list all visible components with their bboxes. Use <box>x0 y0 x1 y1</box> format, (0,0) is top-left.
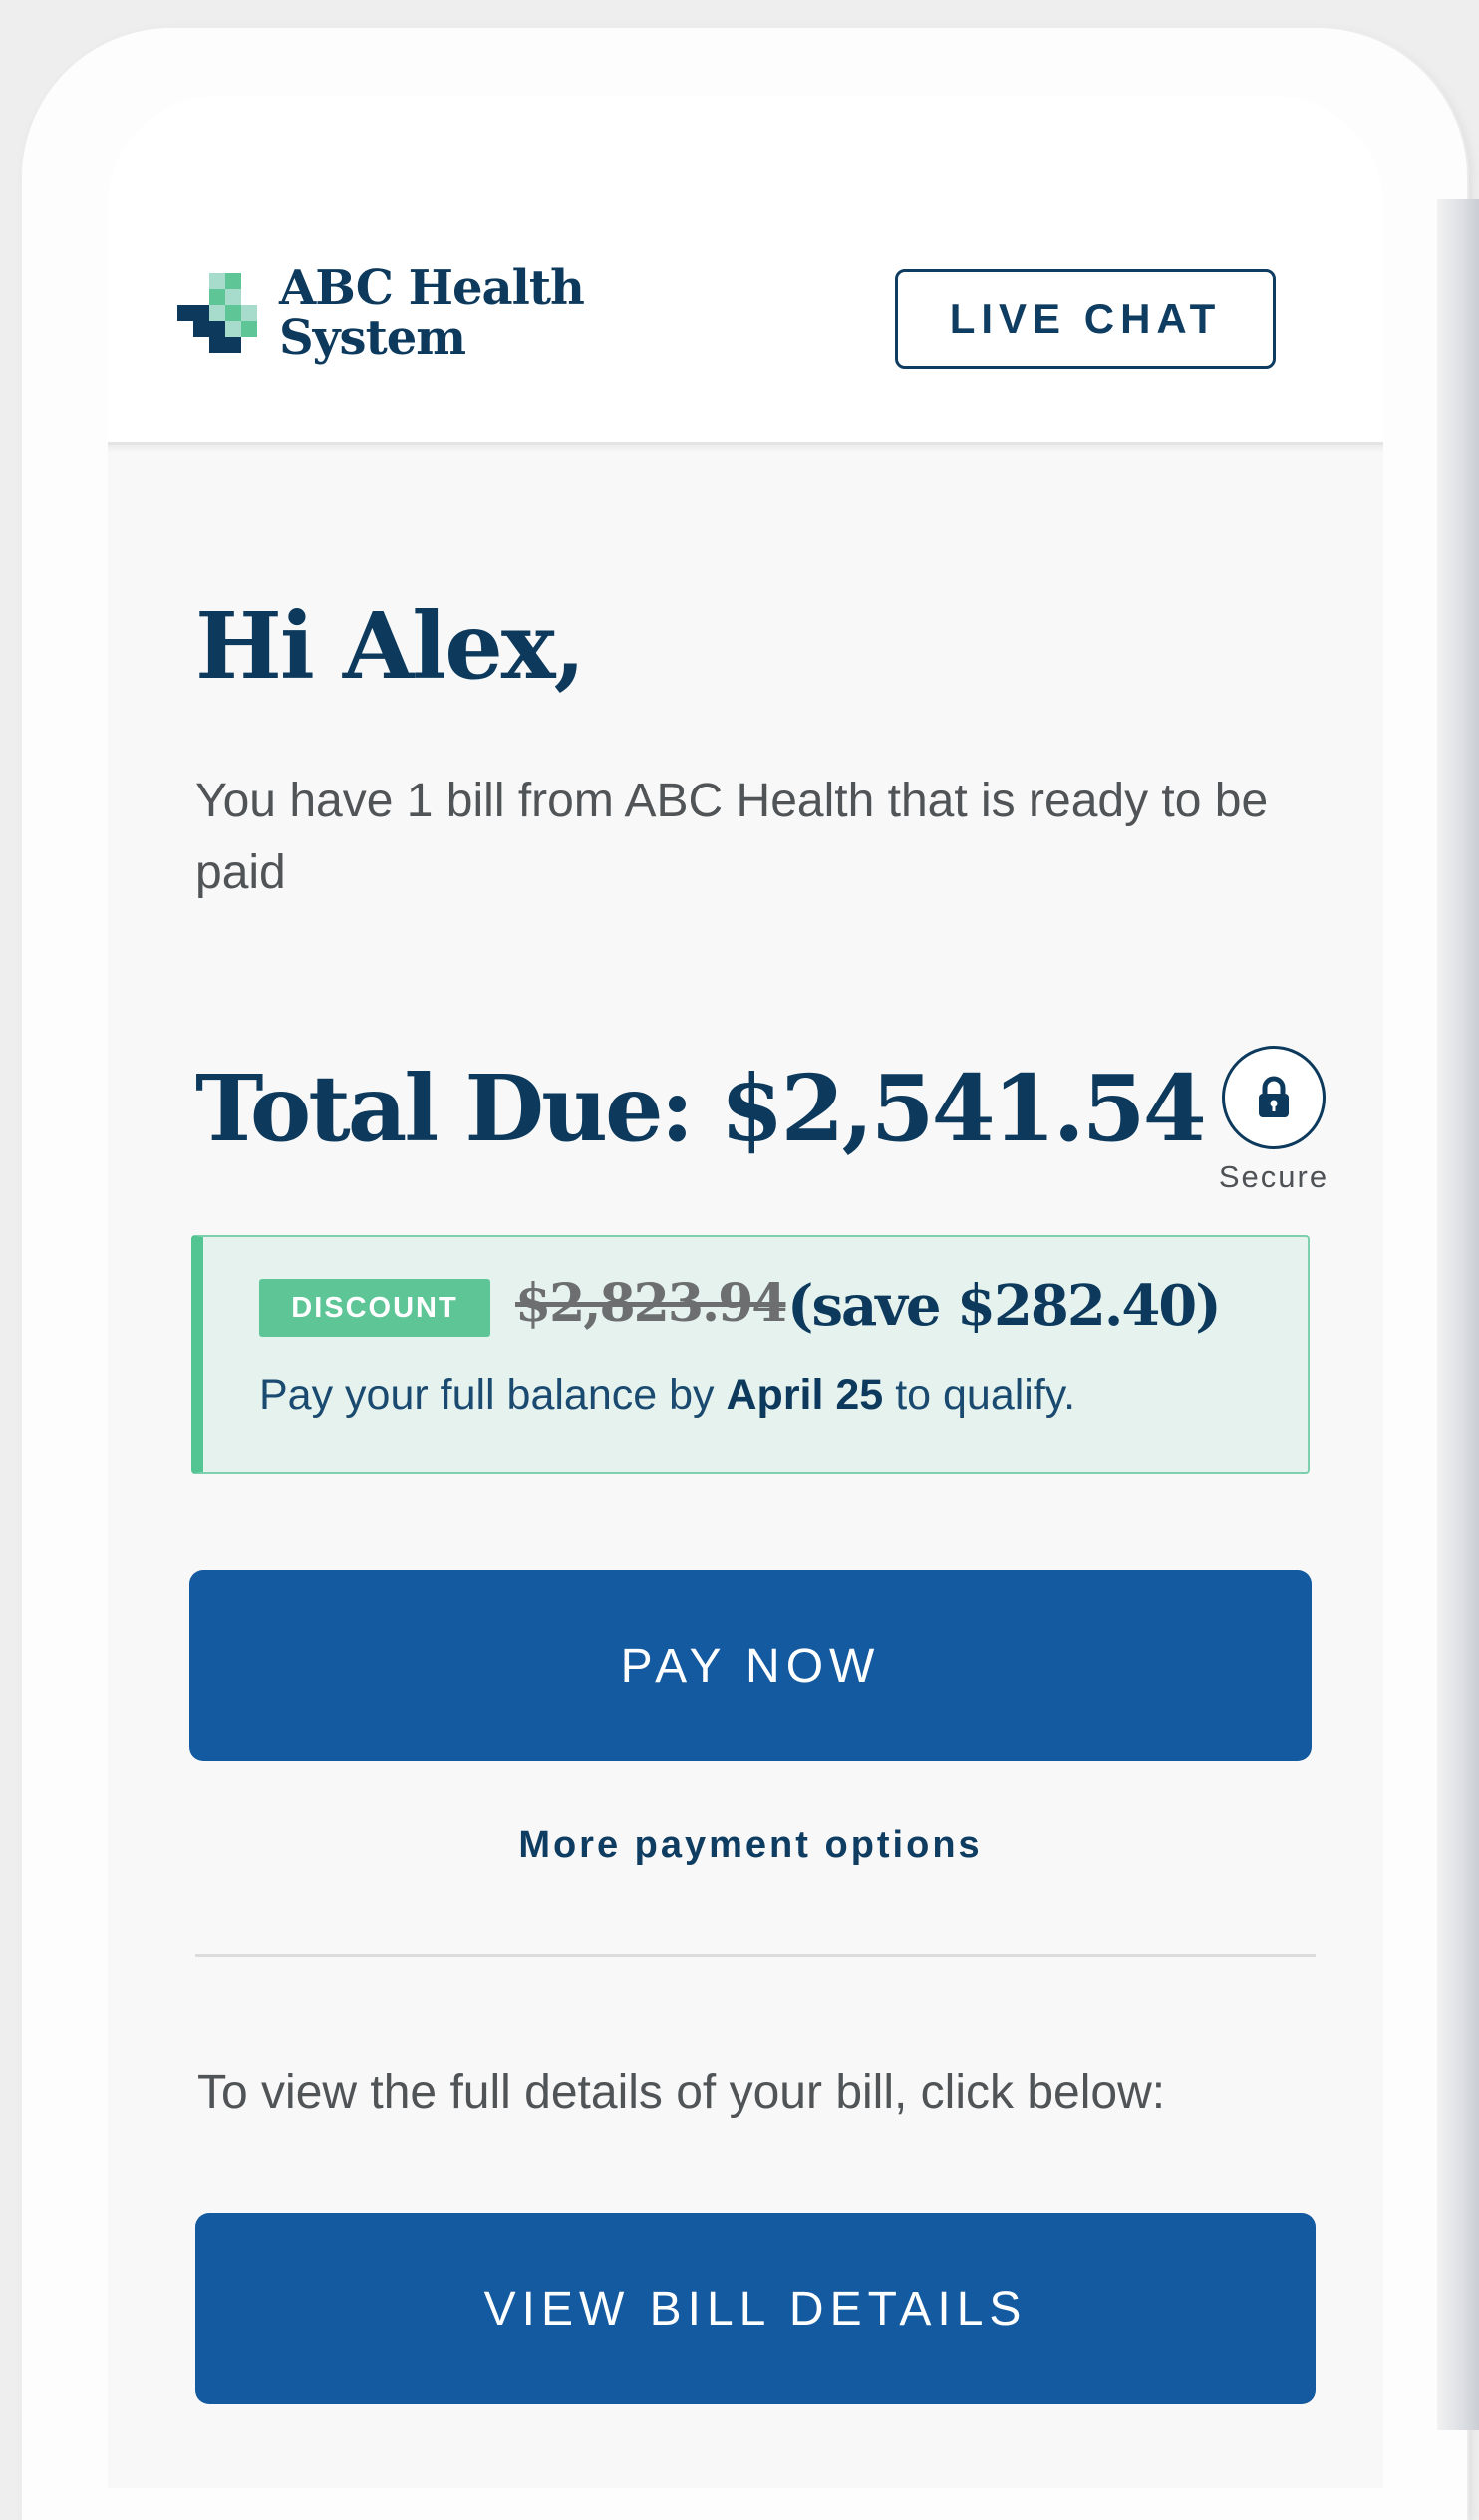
qualify-suffix: to qualify. <box>895 1371 1076 1418</box>
medical-cross-icon <box>177 273 257 353</box>
app-screen: ABC Health System LIVE CHAT Hi Alex, You… <box>108 96 1383 2488</box>
original-amount: $2,823.94 <box>515 1273 787 1334</box>
secure-label: Secure <box>1218 1159 1330 1194</box>
view-bill-details-button[interactable]: VIEW BILL DETAILS <box>195 2213 1316 2404</box>
qualify-prefix: Pay your full balance by <box>259 1371 715 1418</box>
discount-qualify-text: Pay your full balance by April 25 to qua… <box>259 1371 1075 1419</box>
live-chat-button[interactable]: LIVE CHAT <box>895 269 1276 369</box>
savings-amount: (save $282.40) <box>787 1273 1222 1339</box>
total-due: Total Due: $2,541.54 <box>195 1055 1207 1162</box>
qualify-date: April 25 <box>726 1371 884 1418</box>
more-payment-options-link[interactable]: More payment options <box>108 1824 1383 1867</box>
brand-name-line1: ABC Health <box>279 260 585 316</box>
brand-name-line2: System <box>279 310 466 366</box>
discount-badge: DISCOUNT <box>259 1279 490 1337</box>
header-shadow <box>108 445 1383 453</box>
lock-badge <box>1222 1046 1326 1149</box>
bill-intro-text: You have 1 bill from ABC Health that is … <box>195 775 1269 899</box>
discount-banner: DISCOUNT $2,823.94 (save $282.40) Pay yo… <box>191 1235 1310 1474</box>
brand-name: ABC Health System <box>279 260 585 366</box>
greeting-heading: Hi Alex, <box>195 592 586 700</box>
section-divider <box>195 1954 1316 1957</box>
brand-logo[interactable]: ABC Health System <box>175 260 585 366</box>
device-frame-edge <box>1437 199 1479 2430</box>
secure-indicator: Secure <box>1194 1046 1353 1195</box>
app-header: ABC Health System LIVE CHAT <box>108 96 1383 445</box>
lock-icon <box>1259 1076 1289 1117</box>
pay-now-button[interactable]: PAY NOW <box>189 1570 1312 1761</box>
view-details-text: To view the full details of your bill, c… <box>197 2066 1166 2119</box>
